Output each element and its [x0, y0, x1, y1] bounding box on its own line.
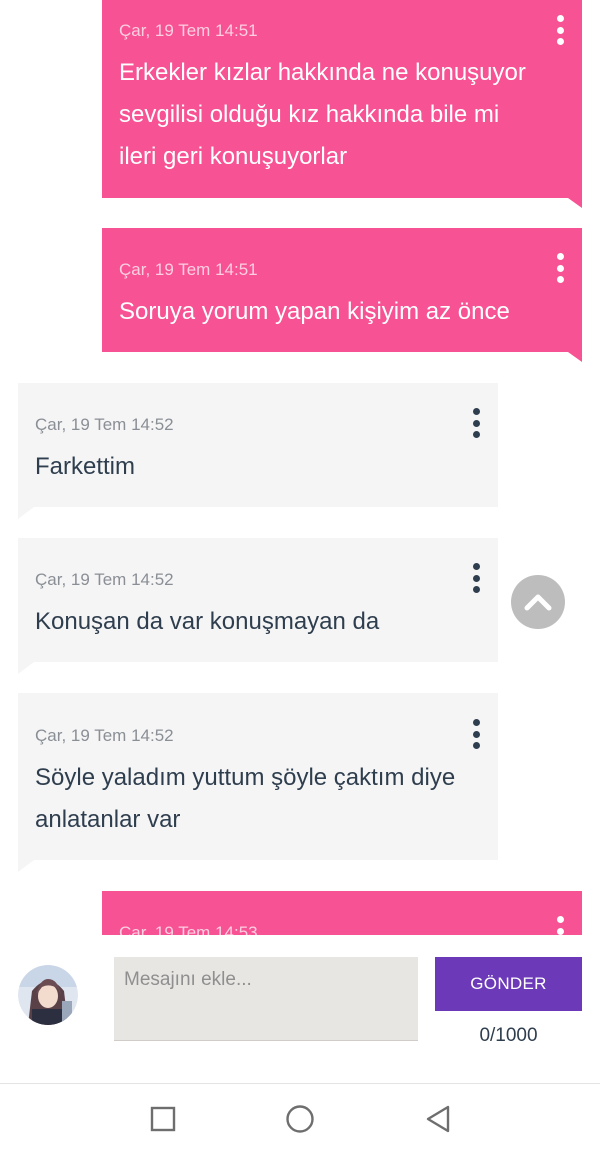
character-counter: 0/1000: [479, 1025, 538, 1046]
back-button[interactable]: [421, 1102, 455, 1136]
bubble-tail: [18, 507, 34, 519]
message-list[interactable]: Çar, 19 Tem 14:51 Erkekler kızlar hakkın…: [0, 0, 600, 935]
send-button[interactable]: GÖNDER: [435, 957, 582, 1011]
user-avatar: [18, 965, 78, 1025]
message-timestamp: Çar, 19 Tem 14:52: [35, 570, 174, 589]
message-text: Soruya yorum yapan kişiyim az önce: [119, 298, 510, 325]
more-options-icon[interactable]: [468, 719, 484, 749]
message-bubble-incoming: Çar, 19 Tem 14:52 Söyle yaladım yuttum ş…: [18, 693, 498, 872]
message-timestamp: Çar, 19 Tem 14:53: [119, 923, 258, 935]
more-options-icon[interactable]: [552, 253, 568, 283]
message-bubble-outgoing: Çar, 19 Tem 14:51 Erkekler kızlar hakkın…: [102, 0, 582, 208]
message-bubble-outgoing: Çar, 19 Tem 14:51 Soruya yorum yapan kiş…: [102, 228, 582, 362]
message-timestamp: Çar, 19 Tem 14:51: [119, 260, 258, 279]
message-input[interactable]: [114, 957, 418, 1041]
triangle-back-icon: [426, 1105, 450, 1133]
message-bubble-incoming: Çar, 19 Tem 14:52 Konuşan da var konuşma…: [18, 538, 498, 674]
message-text: Erkekler kızlar hakkında ne konuşuyor se…: [119, 59, 526, 170]
more-options-icon[interactable]: [552, 15, 568, 45]
circle-home-icon: [286, 1105, 314, 1133]
message-bubble-outgoing: Çar, 19 Tem 14:53: [102, 891, 582, 935]
message-text: Konuşan da var konuşmayan da: [35, 608, 380, 635]
message-text: Farkettim: [35, 453, 136, 480]
bubble-tail: [18, 860, 34, 872]
more-options-icon[interactable]: [468, 408, 484, 438]
home-button[interactable]: [283, 1102, 317, 1136]
system-navigation-bar: [0, 1083, 600, 1154]
more-options-icon[interactable]: [468, 563, 484, 593]
chat-screen: Çar, 19 Tem 14:51 Erkekler kızlar hakkın…: [0, 0, 600, 1154]
bubble-tail: [18, 662, 34, 674]
recents-button[interactable]: [146, 1102, 180, 1136]
message-text: Söyle yaladım yuttum şöyle çaktım diye a…: [35, 764, 456, 833]
message-composer: GÖNDER 0/1000: [0, 935, 600, 1083]
message-timestamp: Çar, 19 Tem 14:51: [119, 21, 258, 40]
chevron-up-icon: [524, 594, 552, 611]
scroll-to-top-button[interactable]: [511, 575, 565, 629]
message-timestamp: Çar, 19 Tem 14:52: [35, 415, 174, 434]
message-timestamp: Çar, 19 Tem 14:52: [35, 726, 174, 745]
message-bubble-incoming: Çar, 19 Tem 14:52 Farkettim: [18, 383, 498, 519]
bubble-tail: [568, 198, 582, 208]
more-options-icon[interactable]: [552, 916, 568, 935]
square-recents-icon: [150, 1106, 176, 1132]
bubble-tail: [568, 352, 582, 362]
